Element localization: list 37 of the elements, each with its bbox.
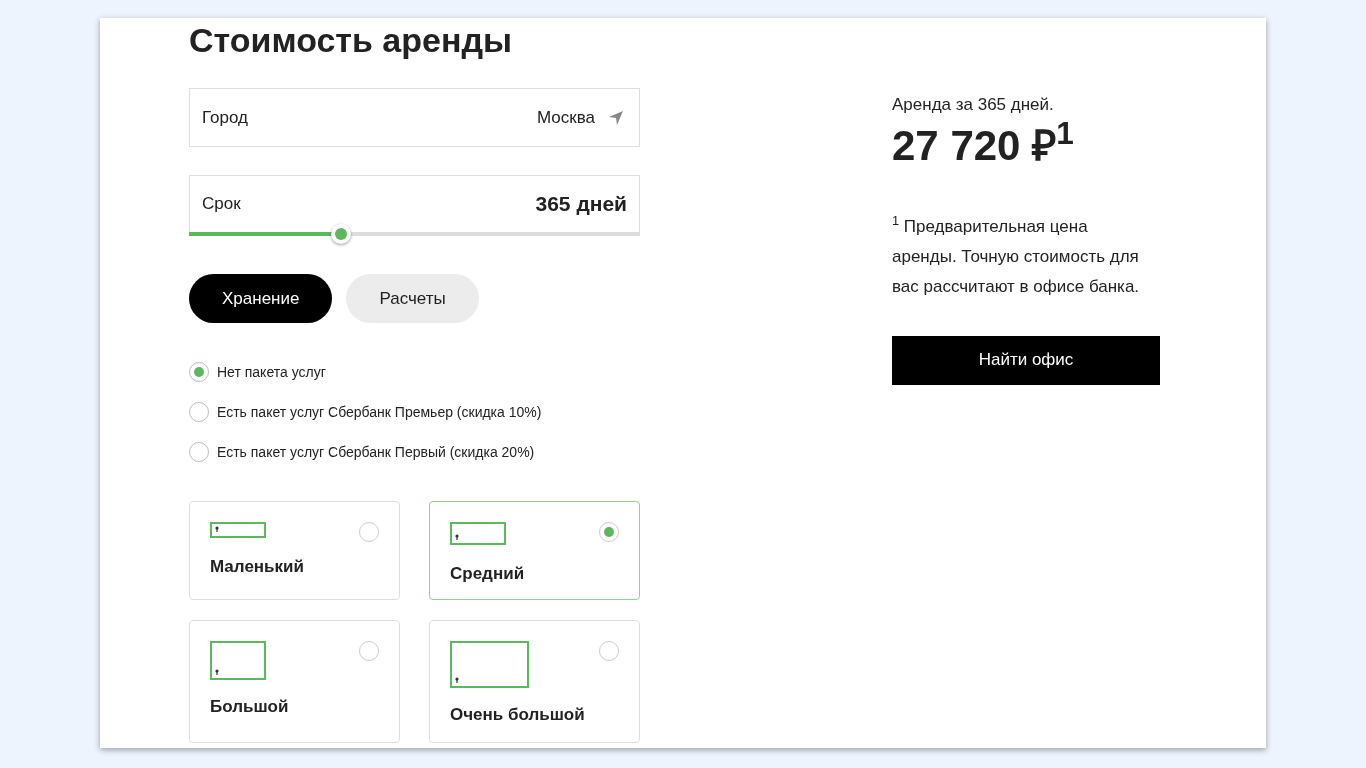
safe-box-icon <box>210 641 266 680</box>
find-office-button[interactable]: Найти офис <box>892 335 1160 385</box>
field-value: 365 дней <box>535 191 627 218</box>
tab[interactable]: Хранение <box>189 274 333 323</box>
size-option-card[interactable]: Маленький <box>189 501 400 600</box>
size-option-card[interactable]: Большой <box>189 620 400 743</box>
radio-button[interactable] <box>189 402 209 422</box>
page-title: Стоимость аренды <box>189 20 514 61</box>
slider-thumb[interactable] <box>331 224 351 244</box>
safe-box-icon <box>450 522 506 545</box>
safe-box-icon <box>210 522 266 538</box>
size-option-card[interactable]: Очень большой <box>429 620 640 743</box>
size-option-card[interactable]: Средний <box>429 501 640 600</box>
price-total: 27 720 ₽$^{1}$ <box>892 119 1075 171</box>
radio-button[interactable] <box>189 362 209 382</box>
location-arrow-icon[interactable] <box>609 110 623 125</box>
radio-button[interactable] <box>359 641 379 661</box>
price-footnote: $^{1}$ Предварительная цена аренды. Точную стоимость для вас рассчитают в офисе банка. <box>892 212 1141 298</box>
field-value: Москва <box>536 106 595 129</box>
field-label: Город <box>202 106 248 129</box>
radio-button[interactable] <box>189 442 209 462</box>
radio-label: Есть пакет услуг Сбербанк Премьер (скидка 10%) <box>217 402 542 422</box>
slider-track[interactable] <box>189 224 640 244</box>
rent-period-caption: Аренда за 365 дней. <box>892 94 1055 116</box>
tab[interactable]: Расчеты <box>346 274 479 323</box>
radio-button[interactable] <box>599 641 619 661</box>
city-field[interactable]: Город Москва <box>189 88 640 147</box>
safe-box-icon <box>450 641 529 688</box>
radio-label: Нет пакета услуг <box>217 362 326 382</box>
size-label: Маленький <box>210 556 305 578</box>
size-label: Средний <box>450 563 526 585</box>
size-label: Большой <box>210 696 290 718</box>
radio-button[interactable] <box>599 522 619 542</box>
size-label: Очень большой <box>450 704 586 726</box>
radio-button[interactable] <box>359 522 379 542</box>
field-label: Срок <box>202 193 241 216</box>
radio-label: Есть пакет услуг Сбербанк Первый (скидка 20%) <box>217 442 535 462</box>
